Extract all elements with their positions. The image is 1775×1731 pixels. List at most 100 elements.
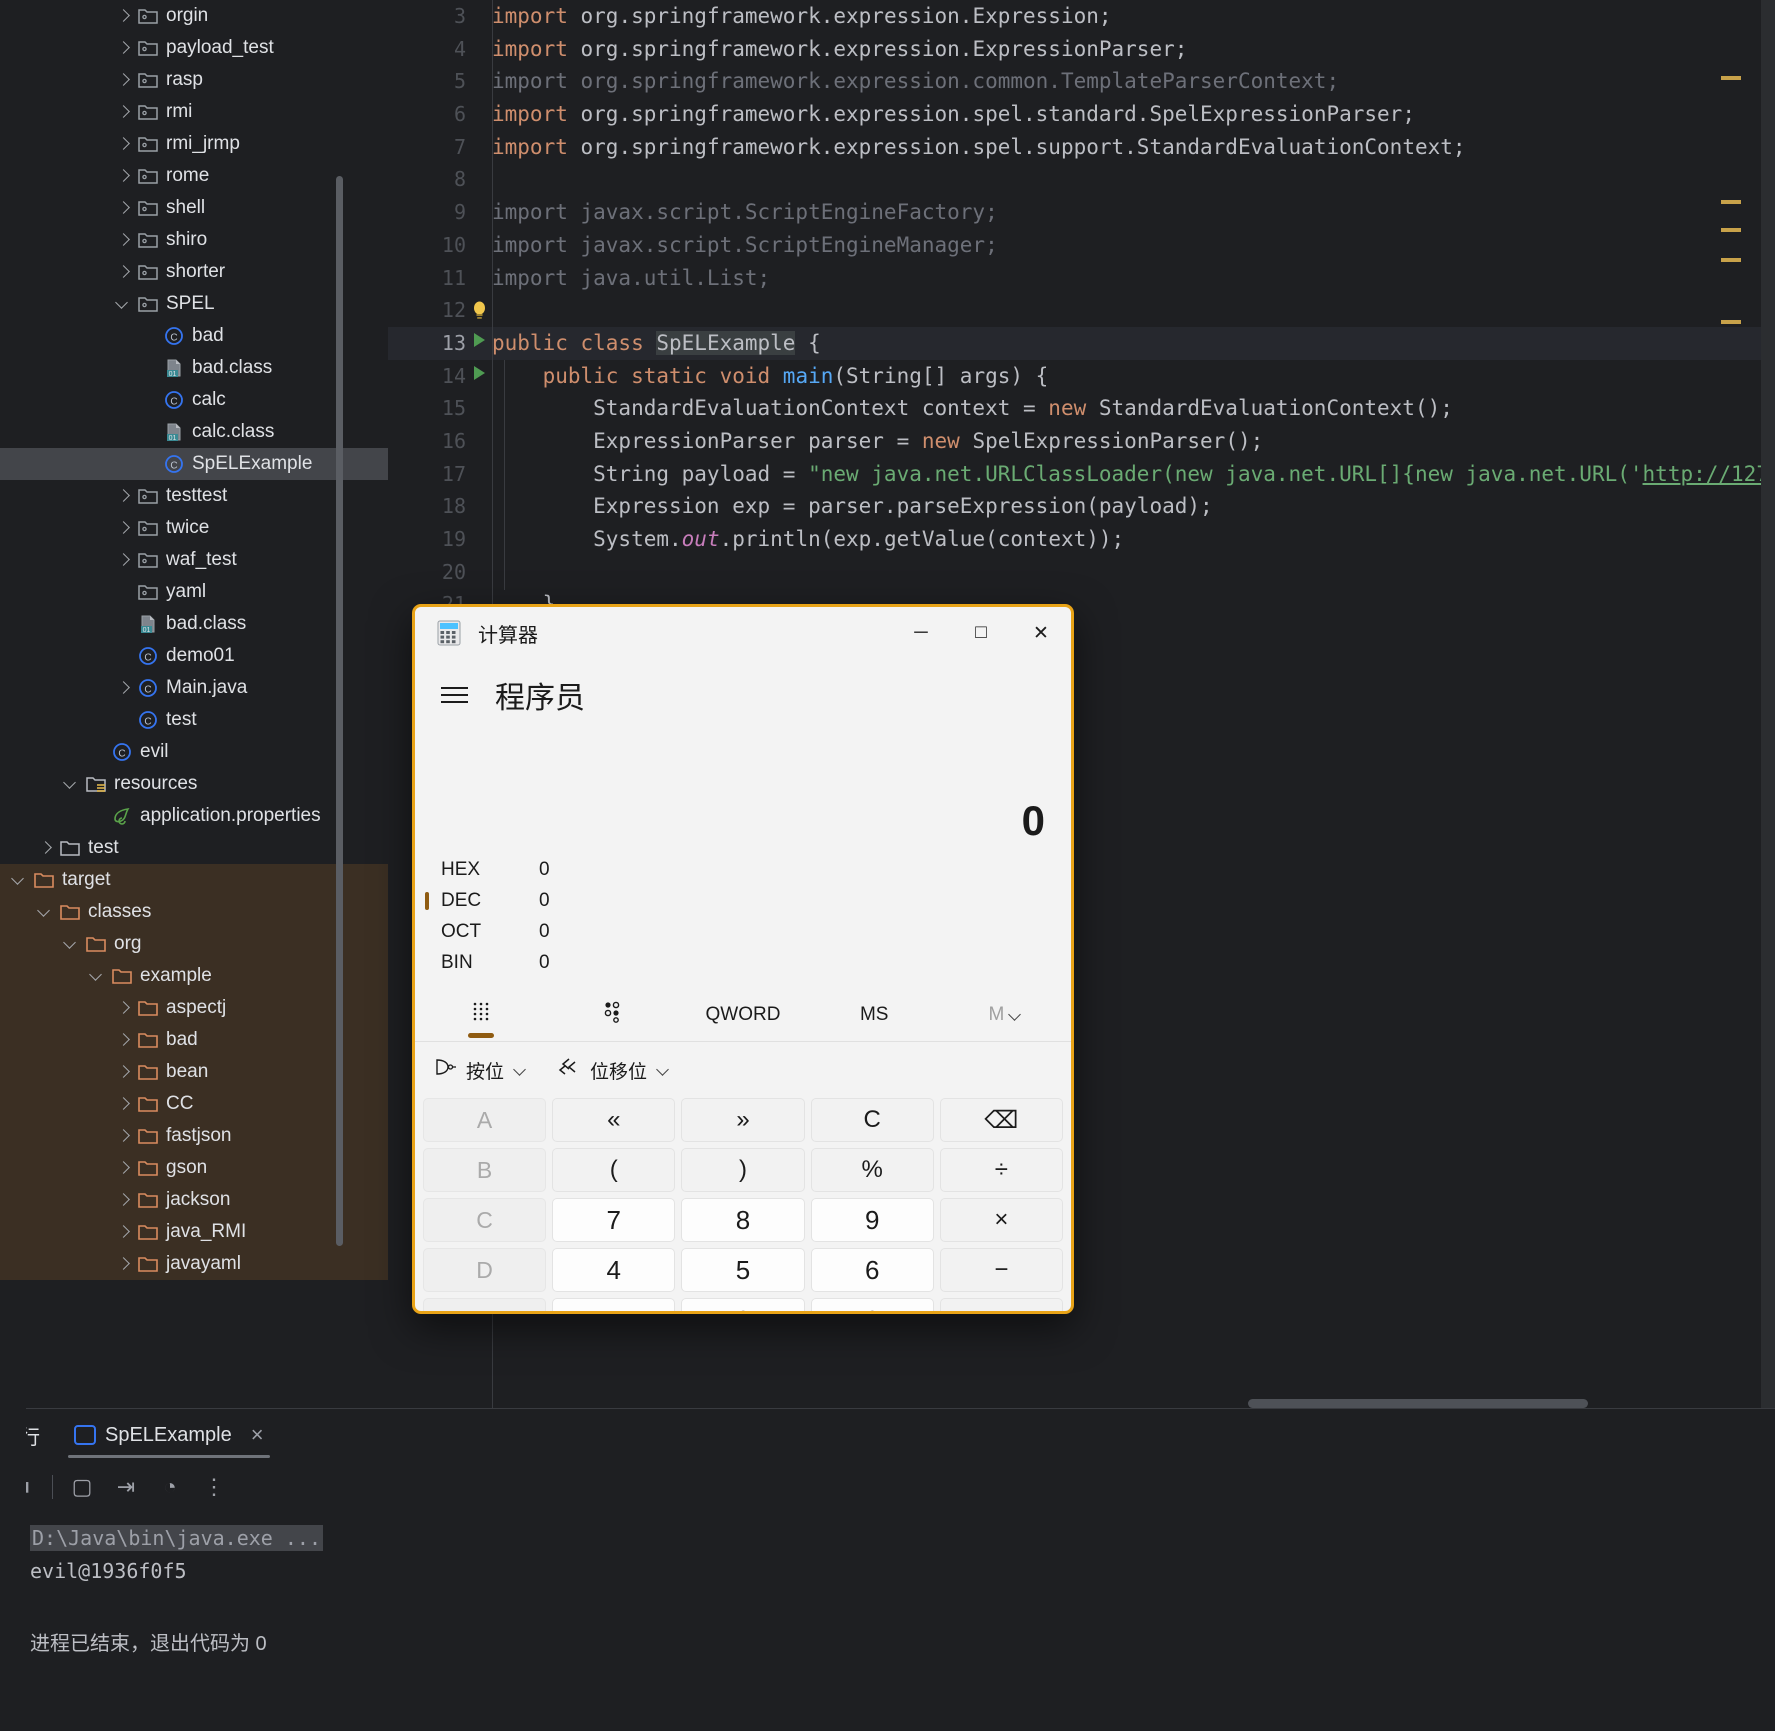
chevron-right-icon[interactable] [114,199,132,217]
project-tree-sidebar[interactable]: orgin payload_test rasp rmi rmi_jrmp rome shel… [0,0,388,1408]
tree-item-bean[interactable]: bean [0,1056,388,1088]
key-2[interactable]: 2 [681,1298,805,1311]
code-line-12[interactable]: 12 [388,294,1775,327]
chevron-right-icon[interactable] [114,1255,132,1273]
chevron-right-icon[interactable] [114,1223,132,1241]
tree-item-rome[interactable]: rome [0,160,388,192]
run-tab-bar[interactable]: 运行 SpELExample × [0,1409,1775,1461]
chevron-right-icon[interactable] [114,1095,132,1113]
tree-item-example[interactable]: example [0,960,388,992]
chevron-right-icon[interactable] [114,1191,132,1209]
key-6[interactable]: 6 [810,1248,934,1292]
key-clear[interactable]: C [810,1098,934,1142]
bitshift-dropdown[interactable]: 位移位 [557,1057,670,1084]
chevron-right-icon[interactable] [114,39,132,57]
tree-item-bad[interactable]: bad [0,1024,388,1056]
tree-item-aspectj[interactable]: aspectj [0,992,388,1024]
bit-toggle-tab[interactable] [546,988,677,1042]
radix-row-oct[interactable]: OCT 0 [441,917,1071,947]
chevron-right-icon[interactable] [114,135,132,153]
code-line-6[interactable]: 6 import org.springframework.expression.s… [388,98,1775,131]
chevron-down-icon[interactable] [114,295,132,313]
chevron-down-icon[interactable] [513,1063,527,1077]
minimize-button[interactable]: ─ [891,607,951,659]
chevron-right-icon[interactable] [114,167,132,185]
tree-item-main-java[interactable]: C Main.java [0,672,388,704]
tree-item-calc-class[interactable]: 01 calc.class [0,416,388,448]
calculator-sub-tabs[interactable]: QWORD MS M [415,988,1071,1042]
chevron-down-icon[interactable] [1008,1008,1022,1022]
chevron-right-icon[interactable] [114,1063,132,1081]
tree-item-orgin[interactable]: orgin [0,0,388,32]
tree-item-demo01[interactable]: Cdemo01 [0,640,388,672]
code-line-11[interactable]: 11 import java.util.List; [388,262,1775,295]
chevron-down-icon[interactable] [62,775,80,793]
chevron-down-tab[interactable]: M [940,988,1071,1042]
run-toolbar[interactable]: ■▢⇥◔⋮ [0,1461,1775,1513]
key-4[interactable]: 4 [552,1248,676,1292]
tree-item-waf-test[interactable]: waf_test [0,544,388,576]
chevron-down-icon[interactable] [656,1063,670,1077]
tree-item-rmi[interactable]: rmi [0,96,388,128]
tree-item-jackson[interactable]: jackson [0,1184,388,1216]
key-subtract[interactable]: − [939,1248,1063,1292]
key-paren-open[interactable]: ( [552,1148,676,1192]
key-backspace[interactable]: ⌫ [939,1098,1063,1142]
editor-vertical-scrollbar[interactable] [1761,0,1775,1408]
tree-item-org[interactable]: org [0,928,388,960]
code-line-5[interactable]: 5 import org.springframework.expression.c… [388,65,1775,98]
chevron-right-icon[interactable] [114,1031,132,1049]
chevron-down-icon[interactable] [62,935,80,953]
chevron-down-icon[interactable] [36,903,54,921]
radix-row-dec[interactable]: DEC 0 [425,886,1071,916]
bitwise-dropdown[interactable]: 按位 [433,1057,527,1084]
editor-horizontal-scrollbar[interactable] [1248,1399,1588,1408]
chevron-right-icon[interactable] [114,519,132,537]
window-controls[interactable]: ─ □ ✕ [891,607,1071,659]
tree-item-rasp[interactable]: rasp [0,64,388,96]
key-3[interactable]: 3 [810,1298,934,1311]
key-shift-left[interactable]: « [552,1098,676,1142]
tree-item-classes[interactable]: classes [0,896,388,928]
chevron-right-icon[interactable] [114,1127,132,1145]
tree-item-rmi-jrmp[interactable]: rmi_jrmp [0,128,388,160]
tree-item-java-rmi[interactable]: java_RMI [0,1216,388,1248]
code-line-18[interactable]: 18 Expression exp = parser.parseExpressi… [388,490,1775,523]
chevron-right-icon[interactable] [114,487,132,505]
key-5[interactable]: 5 [681,1248,805,1292]
key-shift-right[interactable]: » [681,1098,805,1142]
code-line-19[interactable]: 19 System.out.println(exp.getValue(conte… [388,523,1775,556]
hamburger-menu-icon[interactable] [441,684,469,706]
tree-item-bad-class[interactable]: 01 bad.class [0,608,388,640]
tree-item-bad[interactable]: Cbad [0,320,388,352]
chevron-right-icon[interactable] [114,103,132,121]
chevron-down-icon[interactable] [88,967,106,985]
tree-item-resources[interactable]: resources [0,768,388,800]
chevron-down-icon[interactable] [10,871,28,889]
maximize-button[interactable]: □ [951,607,1011,659]
calculator-keypad[interactable]: A«»C⌫B()%÷C789×D456−E123+F⁺/₋0.= [415,1098,1071,1311]
tree-item-javayaml[interactable]: javayaml [0,1248,388,1280]
key-1[interactable]: 1 [552,1298,676,1311]
profile-icon[interactable]: ◔ [155,1472,185,1502]
radix-row-hex[interactable]: HEX 0 [441,855,1071,885]
key-modulo[interactable]: % [810,1148,934,1192]
tree-item-gson[interactable]: gson [0,1152,388,1184]
key-9[interactable]: 9 [810,1198,934,1242]
radix-row-bin[interactable]: BIN 0 [441,948,1071,978]
tree-item-payload-test[interactable]: payload_test [0,32,388,64]
close-button[interactable]: ✕ [1011,607,1071,659]
code-line-10[interactable]: 10 import javax.script.ScriptEngineManage… [388,229,1775,262]
tree-item-shiro[interactable]: shiro [0,224,388,256]
code-line-17[interactable]: 17 String payload = "new java.net.URLCla… [388,458,1775,491]
tree-item-spelexample[interactable]: C SpELExample [0,448,388,480]
key-paren-close[interactable]: ) [681,1148,805,1192]
key-divide[interactable]: ÷ [939,1148,1063,1192]
tree-item-yaml[interactable]: yaml [0,576,388,608]
chevron-right-icon[interactable] [114,551,132,569]
key-8[interactable]: 8 [681,1198,805,1242]
camera-icon[interactable]: ▢ [67,1472,97,1502]
code-line-7[interactable]: 7 import org.springframework.expression.s… [388,131,1775,164]
code-line-4[interactable]: 4 import org.springframework.expression.E… [388,33,1775,66]
tree-item-test[interactable]: test [0,832,388,864]
